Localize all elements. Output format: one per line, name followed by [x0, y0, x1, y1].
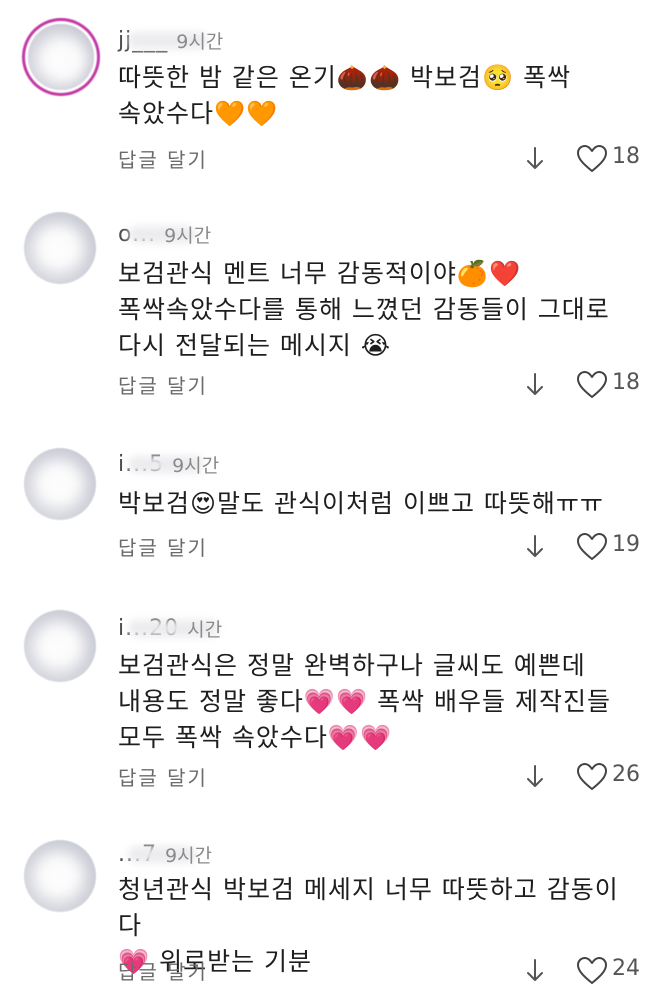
reply-button[interactable]: 답글 달기: [118, 762, 208, 791]
reply-button[interactable]: 답글 달기: [118, 370, 208, 399]
comment-text: 따뜻한 밤 같은 온기🌰🌰 박보검🥺 폭싹 속았수다🧡🧡: [118, 63, 572, 128]
heart-outline-icon[interactable]: [576, 370, 608, 400]
timestamp: 9시간: [172, 454, 220, 477]
username[interactable]: o...: [118, 222, 156, 247]
avatar[interactable]: [24, 840, 96, 912]
timestamp: 9시간: [164, 224, 212, 247]
reply-button[interactable]: 답글 달기: [118, 532, 208, 561]
timestamp: 9시간: [164, 844, 213, 867]
like-count: 19: [612, 532, 640, 557]
comment-text: 보검관식은 정말 완벽하구나 글씨도 예쁜데 내용도 정말 좋다💗💗 폭싹 배우…: [118, 651, 611, 752]
comment-text: 보검관식 멘트 너무 감동적이야🍊❤️ 폭싹속았수다를 통해 느꼈던 감동들이 …: [118, 259, 610, 360]
timestamp: 9시간: [176, 30, 224, 53]
like-count: 26: [612, 762, 640, 787]
reply-button[interactable]: 답글 달기: [118, 144, 208, 173]
avatar[interactable]: [24, 212, 96, 284]
heart-outline-icon[interactable]: [576, 144, 608, 174]
username[interactable]: i...5: [118, 452, 164, 477]
comment-text: 박보검😍말도 관식이처럼 이쁘고 따뜻해ㅠㅠ: [118, 489, 604, 518]
arrow-down-icon[interactable]: [523, 532, 547, 562]
like-count: 18: [612, 144, 640, 169]
heart-outline-icon[interactable]: [576, 532, 608, 562]
avatar[interactable]: [28, 24, 94, 90]
avatar[interactable]: [24, 610, 96, 682]
heart-outline-icon[interactable]: [576, 956, 608, 986]
like-count: 24: [612, 956, 640, 981]
arrow-down-icon[interactable]: [523, 956, 547, 986]
username[interactable]: i...20: [118, 616, 179, 641]
username[interactable]: ...7: [118, 842, 157, 867]
avatar[interactable]: [24, 448, 96, 520]
arrow-down-icon[interactable]: [523, 144, 547, 174]
heart-outline-icon[interactable]: [576, 762, 608, 792]
arrow-down-icon[interactable]: [523, 370, 547, 400]
username[interactable]: jj___: [118, 28, 168, 53]
timestamp: 시간: [187, 618, 223, 641]
arrow-down-icon[interactable]: [523, 762, 547, 792]
like-count: 18: [612, 370, 640, 395]
reply-button[interactable]: 답글 달기: [118, 956, 208, 985]
